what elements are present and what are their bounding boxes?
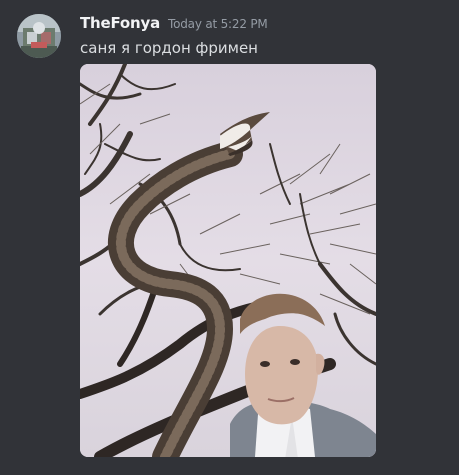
message-content: саня я гордон фримен [80, 39, 258, 57]
photo-attachment-icon [80, 64, 376, 457]
chat-message: TheFonya Today at 5:22 PM саня я гордон … [0, 0, 459, 475]
image-attachment[interactable] [80, 64, 376, 457]
message-header: TheFonya Today at 5:22 PM [80, 14, 268, 36]
username[interactable]: TheFonya [80, 14, 160, 32]
timestamp: Today at 5:22 PM [168, 17, 268, 31]
avatar-image-icon [17, 14, 61, 58]
user-avatar[interactable] [17, 14, 61, 58]
